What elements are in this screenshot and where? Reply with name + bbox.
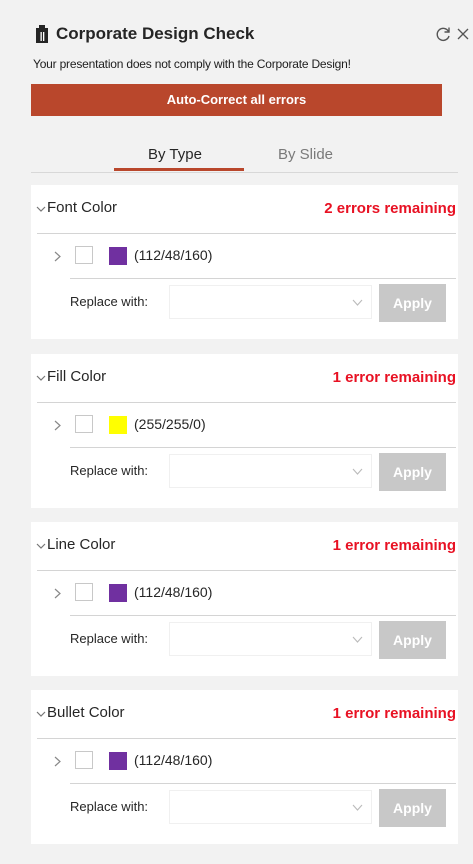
card-title: Bullet Color (47, 704, 125, 721)
replace-with-label: Replace with: (70, 799, 149, 814)
error-card-bullet-color: Bullet Color 1 error remaining (112/48/1… (31, 690, 458, 844)
chevron-right-icon[interactable] (54, 251, 61, 262)
replace-color-dropdown[interactable] (169, 285, 372, 319)
color-swatch (109, 247, 127, 265)
auto-correct-button[interactable]: Auto-Correct all errors (31, 84, 442, 116)
color-rgb-value: (255/255/0) (134, 416, 206, 432)
color-checkbox[interactable] (75, 246, 93, 264)
card-title: Fill Color (47, 368, 107, 385)
divider (70, 278, 456, 279)
replace-color-dropdown[interactable] (169, 454, 372, 488)
color-row: (255/255/0) (31, 403, 458, 447)
color-checkbox[interactable] (75, 583, 93, 601)
error-card-line-color: Line Color 1 error remaining (112/48/160… (31, 522, 458, 676)
tab-by-type[interactable]: By Type (148, 146, 202, 163)
view-tabs: By Type By Slide (31, 140, 458, 173)
chevron-down-icon (352, 636, 363, 643)
replace-color-dropdown[interactable] (169, 622, 372, 656)
color-rgb-value: (112/48/160) (134, 584, 213, 600)
color-rgb-value: (112/48/160) (134, 247, 213, 263)
chevron-right-icon[interactable] (54, 420, 61, 431)
color-checkbox[interactable] (75, 751, 93, 769)
chevron-down-icon (36, 711, 46, 717)
divider (70, 783, 456, 784)
divider (70, 447, 456, 448)
color-swatch (109, 416, 127, 434)
apply-button[interactable]: Apply (379, 789, 446, 827)
color-row: (112/48/160) (31, 571, 458, 615)
close-icon[interactable] (455, 25, 471, 43)
color-swatch (109, 752, 127, 770)
chevron-down-icon (36, 543, 46, 549)
pane-header: Corporate Design Check (35, 22, 469, 48)
replace-with-label: Replace with: (70, 631, 149, 646)
card-header[interactable]: Bullet Color 1 error remaining (31, 690, 458, 738)
apply-button[interactable]: Apply (379, 284, 446, 322)
color-row: (112/48/160) (31, 234, 458, 278)
error-card-fill-color: Fill Color 1 error remaining (255/255/0)… (31, 354, 458, 508)
chevron-down-icon (352, 468, 363, 475)
chevron-down-icon (36, 375, 46, 381)
color-rgb-value: (112/48/160) (134, 752, 213, 768)
apply-button[interactable]: Apply (379, 453, 446, 491)
card-header[interactable]: Font Color 2 errors remaining (31, 185, 458, 233)
replace-color-dropdown[interactable] (169, 790, 372, 824)
tab-by-slide[interactable]: By Slide (278, 146, 333, 163)
chevron-down-icon (36, 206, 46, 212)
chevron-right-icon[interactable] (54, 588, 61, 599)
card-header[interactable]: Fill Color 1 error remaining (31, 354, 458, 402)
error-count: 1 error remaining (332, 705, 456, 722)
replace-with-label: Replace with: (70, 463, 149, 478)
replace-with-label: Replace with: (70, 294, 149, 309)
active-tab-indicator (114, 168, 244, 171)
card-title: Line Color (47, 536, 116, 553)
error-count: 1 error remaining (332, 369, 456, 386)
error-count: 2 errors remaining (324, 200, 456, 217)
color-checkbox[interactable] (75, 415, 93, 433)
card-header[interactable]: Line Color 1 error remaining (31, 522, 458, 570)
apply-button[interactable]: Apply (379, 621, 446, 659)
card-title: Font Color (47, 199, 118, 216)
chevron-right-icon[interactable] (54, 756, 61, 767)
chevron-down-icon (352, 299, 363, 306)
error-count: 1 error remaining (332, 537, 456, 554)
chevron-down-icon (352, 804, 363, 811)
refresh-icon[interactable] (434, 25, 452, 43)
color-row: (112/48/160) (31, 739, 458, 783)
color-swatch (109, 584, 127, 602)
corporate-design-check-pane: Corporate Design Check Your presentation… (0, 0, 473, 864)
pane-title: Corporate Design Check (56, 24, 255, 43)
clipboard-icon (36, 25, 48, 43)
divider (70, 615, 456, 616)
compliance-message: Your presentation does not comply with t… (33, 57, 351, 71)
error-card-font-color: Font Color 2 errors remaining (112/48/16… (31, 185, 458, 339)
